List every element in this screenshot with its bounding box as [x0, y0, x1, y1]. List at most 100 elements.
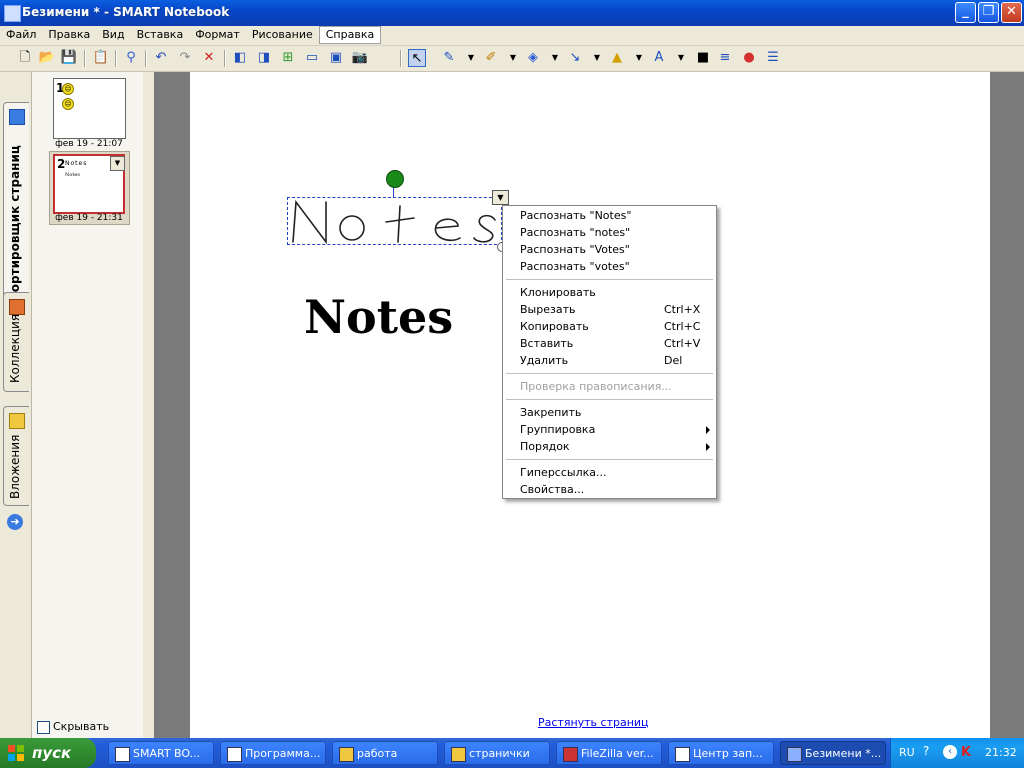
full-screen-icon[interactable]: ▣: [327, 49, 345, 67]
menu-file[interactable]: Файл: [0, 26, 42, 45]
arrow-right-icon[interactable]: ➜: [7, 514, 23, 530]
page-sorter-panel: 1 ☹ ☹ фев 19 - 21:07 2 Notes Notes ▼ фев…: [31, 72, 144, 747]
text-dropdown-icon[interactable]: ▼: [672, 49, 690, 67]
menu-recognize-votes[interactable]: Распознать "Votes": [520, 241, 710, 258]
pen-dropdown-icon[interactable]: ▼: [462, 49, 480, 67]
rotation-handle[interactable]: [386, 170, 404, 188]
word-icon: [115, 747, 130, 762]
tray-collapse-icon[interactable]: ‹: [943, 745, 957, 759]
shapes-dropdown-icon[interactable]: ▼: [630, 49, 648, 67]
smiley-icon: ☹: [62, 83, 74, 95]
tab-gallery[interactable]: Коллекция: [3, 292, 29, 392]
object-menu-dropdown-icon[interactable]: ▼: [492, 190, 509, 205]
system-tray: RU ? ‹ K 21:32: [890, 738, 1024, 768]
language-indicator[interactable]: RU: [899, 746, 915, 759]
menu-recognize-notes-lower[interactable]: Распознать "notes": [520, 224, 710, 241]
menu-view[interactable]: Вид: [96, 26, 130, 45]
menu-separator: [506, 279, 713, 280]
windows-logo-icon: [8, 745, 24, 761]
task-work-folder[interactable]: работа: [332, 741, 438, 765]
add-page-icon[interactable]: ⊞: [279, 49, 297, 67]
page-thumbnail-1[interactable]: 1 ☹ ☹: [53, 78, 126, 139]
menu-cut[interactable]: Вырезать Ctrl+X: [520, 301, 710, 318]
stretch-page-link[interactable]: Растянуть страниц: [538, 716, 649, 729]
menu-format[interactable]: Формат: [189, 26, 246, 45]
page-thumbnail-2[interactable]: 2 Notes Notes ▼: [53, 154, 125, 214]
undo-icon[interactable]: ↶: [152, 49, 170, 67]
delete-icon[interactable]: ✕: [200, 49, 218, 67]
new-page-icon[interactable]: 🗋: [16, 49, 34, 67]
menu-lock[interactable]: Закрепить: [520, 404, 710, 421]
eraser-icon[interactable]: ◈: [524, 49, 542, 67]
kaspersky-icon[interactable]: K: [961, 745, 971, 760]
task-program[interactable]: Программа...: [220, 741, 326, 765]
smart-notebook-icon: [787, 747, 802, 762]
camera-icon[interactable]: 📷: [351, 49, 369, 67]
clock: 21:32: [985, 746, 1017, 759]
redo-icon[interactable]: ↷: [176, 49, 194, 67]
tab-attachments[interactable]: Вложения: [3, 406, 29, 506]
menu-recognize-votes-lower[interactable]: Распознать "votes": [520, 258, 710, 275]
panel-splitter[interactable]: [143, 72, 154, 738]
task-smart-board[interactable]: SMART BO...: [108, 741, 214, 765]
submenu-arrow-icon: [706, 426, 710, 434]
transparency-icon[interactable]: ☰: [764, 49, 782, 67]
typed-text-notes[interactable]: Notes: [304, 290, 453, 344]
pen-icon[interactable]: ✎: [440, 49, 458, 67]
auto-hide-checkbox[interactable]: [37, 720, 50, 734]
page-sorter-icon: [9, 109, 25, 125]
task-download-center[interactable]: Центр зап...: [668, 741, 774, 765]
line-dropdown-icon[interactable]: ▼: [588, 49, 606, 67]
creative-pen-dropdown-icon[interactable]: ▼: [504, 49, 522, 67]
screen-shade-icon[interactable]: ▭: [303, 49, 321, 67]
creative-pen-icon[interactable]: ✐: [482, 49, 500, 67]
menu-edit[interactable]: Правка: [42, 26, 96, 45]
line-icon[interactable]: ↘: [566, 49, 584, 67]
task-smart-notebook[interactable]: Безимени *...: [780, 741, 886, 765]
menu-recognize-notes[interactable]: Распознать "Notes": [520, 207, 710, 224]
menu-help[interactable]: Справка: [318, 26, 382, 44]
line-width-icon[interactable]: ≡: [716, 49, 734, 67]
filezilla-icon: [563, 747, 578, 762]
menu-draw[interactable]: Рисование: [246, 26, 319, 45]
menu-paste[interactable]: Вставить Ctrl+V: [520, 335, 710, 352]
fill-effects-icon[interactable]: ●: [740, 49, 758, 67]
menu-spellcheck: Проверка правописания...: [520, 380, 672, 393]
open-folder-icon[interactable]: 📂: [38, 49, 56, 67]
color-icon[interactable]: ■: [694, 49, 712, 67]
menu-clone[interactable]: Клонировать: [520, 284, 710, 301]
magnifier-icon[interactable]: ⚲: [122, 49, 140, 67]
help-icon[interactable]: ?: [923, 744, 929, 758]
select-pointer-icon[interactable]: ↖: [408, 49, 426, 67]
text-icon[interactable]: A: [650, 49, 668, 67]
folder-icon: [9, 413, 25, 429]
menu-copy[interactable]: Копировать Ctrl+C: [520, 318, 710, 335]
minimize-button[interactable]: _: [955, 2, 976, 23]
eraser-dropdown-icon[interactable]: ▼: [546, 49, 564, 67]
paste-icon[interactable]: 📋: [92, 49, 110, 67]
side-tabs: Сортировщик страниц Коллекция Вложения ➜: [0, 72, 30, 738]
previous-page-icon[interactable]: ◧: [231, 49, 249, 67]
word-icon: [227, 747, 242, 762]
menu-separator: [506, 399, 713, 400]
menu-properties[interactable]: Свойства...: [520, 481, 710, 498]
taskbar: пуск SMART BO... Программа... работа стр…: [0, 738, 1024, 768]
shapes-icon[interactable]: ▲: [608, 49, 626, 67]
menu-order[interactable]: Порядок: [520, 438, 710, 455]
tab-page-sorter[interactable]: Сортировщик страниц: [3, 102, 29, 312]
menu-grouping[interactable]: Группировка: [520, 421, 710, 438]
close-button[interactable]: ✕: [1001, 2, 1022, 23]
save-icon[interactable]: 💾: [60, 49, 78, 67]
submenu-arrow-icon: [706, 443, 710, 451]
page-menu-dropdown-icon[interactable]: ▼: [110, 156, 125, 171]
next-page-icon[interactable]: ◨: [255, 49, 273, 67]
title-bar: Безимени * - SMART Notebook _ ❐ ✕: [0, 0, 1024, 26]
menu-hyperlink[interactable]: Гиперссылка...: [520, 464, 710, 481]
menu-insert[interactable]: Вставка: [131, 26, 190, 45]
start-button[interactable]: пуск: [0, 738, 96, 768]
task-pages-folder[interactable]: странички: [444, 741, 550, 765]
task-filezilla[interactable]: FileZilla ver...: [556, 741, 662, 765]
restore-button[interactable]: ❐: [978, 2, 999, 23]
page-date-1: фев 19 - 21:07: [55, 139, 123, 149]
menu-delete[interactable]: Удалить Del: [520, 352, 710, 369]
